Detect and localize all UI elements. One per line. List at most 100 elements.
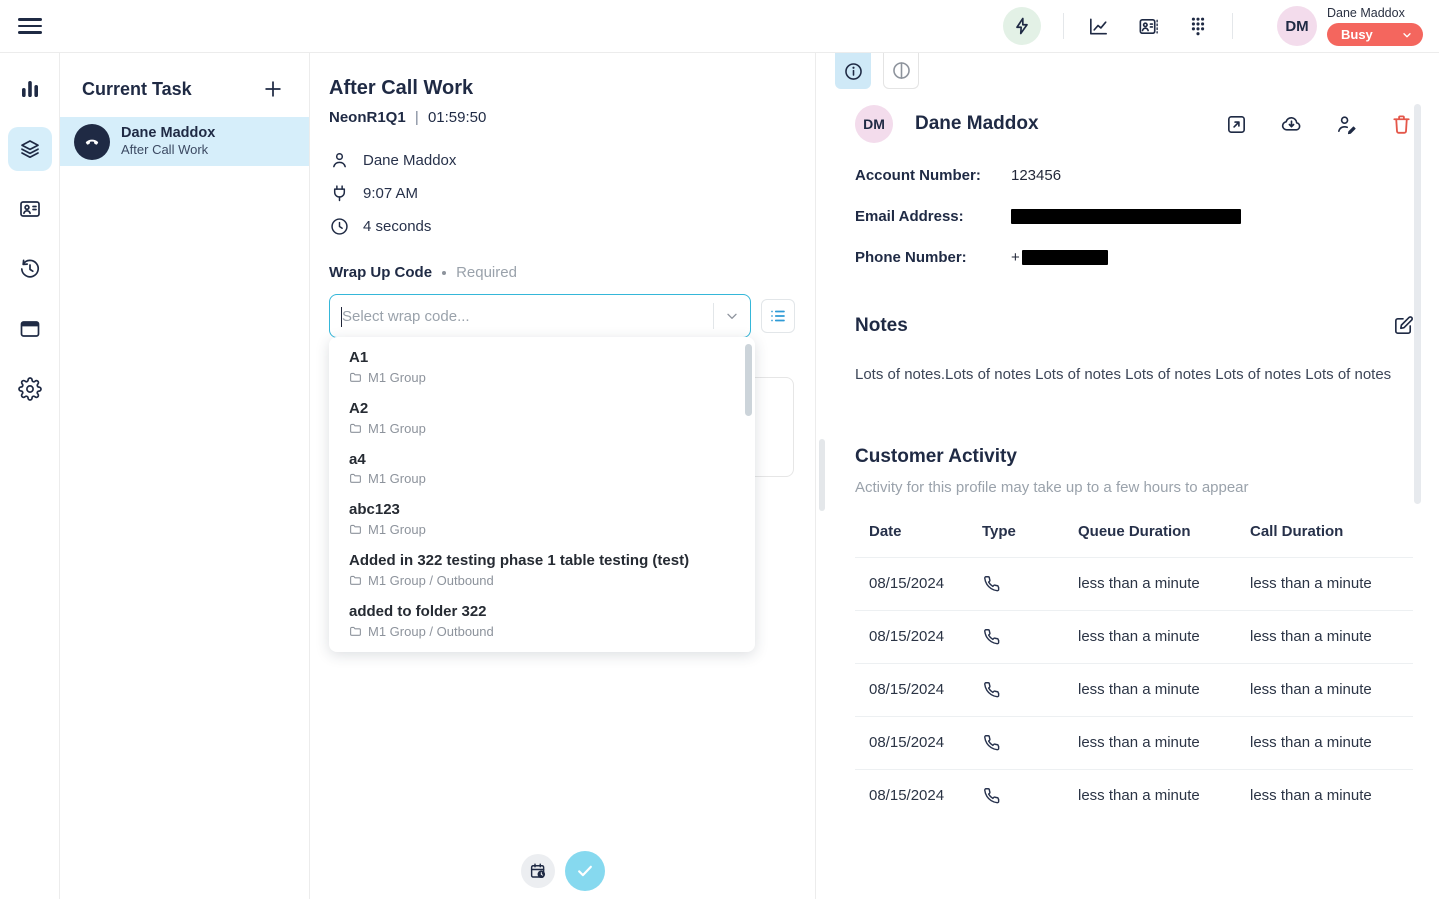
account-number-value: 123456	[1011, 167, 1061, 184]
account-number-label: Account Number:	[855, 167, 1011, 184]
activity-date: 08/15/2024	[869, 681, 982, 698]
activity-call-duration: less than a minute	[1250, 575, 1413, 592]
column-header: Call Duration	[1250, 523, 1413, 540]
wrap-code-option[interactable]: abc123 M1 Group	[329, 494, 755, 545]
nav-contacts-item[interactable]	[8, 187, 52, 231]
activity-row[interactable]: 08/15/2024 less than a minute less than …	[855, 769, 1413, 822]
activity-row[interactable]: 08/15/2024 less than a minute less than …	[855, 663, 1413, 716]
profile-name: Dane Maddox	[915, 113, 1039, 135]
tab-profile-info[interactable]	[835, 53, 871, 89]
current-task-panel: Current Task Dane Maddox Aft	[60, 53, 310, 899]
activity-queue-duration: less than a minute	[1078, 681, 1250, 698]
wrap-code-name: A1	[349, 349, 735, 368]
nav-settings-item[interactable]	[8, 367, 52, 411]
contacts-icon[interactable]	[1136, 14, 1160, 38]
task-list: Dane Maddox After Call Work	[60, 117, 309, 166]
wrap-code-name: A2	[349, 400, 735, 419]
activity-date: 08/15/2024	[869, 628, 982, 645]
wrap-code-group: M1 Group	[368, 421, 426, 436]
info-icon	[843, 61, 864, 82]
activity-call-duration: less than a minute	[1250, 734, 1413, 751]
activity-rows: 08/15/2024 less than a minute less than …	[855, 557, 1413, 822]
nav-history-item[interactable]	[8, 247, 52, 291]
gear-icon	[18, 377, 42, 401]
account-number-row: Account Number: 123456	[855, 165, 1413, 185]
cloud-download-icon[interactable]	[1280, 113, 1303, 136]
nav-dashboard-item[interactable]	[8, 67, 52, 111]
folder-icon	[349, 574, 362, 587]
lightning-icon	[1012, 16, 1032, 36]
phone-call-icon	[982, 680, 1001, 699]
status-label: Busy	[1341, 27, 1373, 42]
delete-contact-icon[interactable]	[1390, 113, 1413, 136]
contact-fields: Account Number: 123456 Email Address: Ph…	[829, 165, 1439, 267]
wrap-code-name: a4	[349, 451, 735, 470]
quick-actions-button[interactable]	[1003, 7, 1041, 45]
plug-icon	[329, 183, 350, 204]
notes-title: Notes	[855, 315, 908, 337]
activity-call-duration: less than a minute	[1250, 628, 1413, 645]
wrap-code-select[interactable]	[329, 294, 751, 338]
folder-icon	[349, 625, 362, 638]
activity-table-header: DateTypeQueue DurationCall Duration	[855, 523, 1413, 557]
history-icon	[18, 257, 42, 281]
current-task-title: Current Task	[82, 79, 192, 100]
wrap-code-option[interactable]: A1 M1 Group	[329, 342, 755, 393]
main-panel-scrollbar[interactable]	[819, 439, 825, 511]
phone-call-icon	[982, 733, 1001, 752]
activity-call-duration: less than a minute	[1250, 787, 1413, 804]
activity-row[interactable]: 08/15/2024 less than a minute less than …	[855, 716, 1413, 769]
tab-split-view[interactable]	[883, 53, 919, 89]
split-circle-icon	[891, 60, 912, 81]
wrap-code-name: abc123	[349, 501, 735, 520]
user-avatar[interactable]: DM	[1277, 6, 1317, 46]
activity-row[interactable]: 08/15/2024 less than a minute less than …	[855, 610, 1413, 663]
nav-tasks-item[interactable]	[8, 127, 52, 171]
status-dropdown-button[interactable]: Busy	[1327, 23, 1423, 46]
profile-panel: DM Dane Maddox	[829, 53, 1439, 899]
folder-icon	[349, 472, 362, 485]
column-header: Date	[869, 523, 982, 540]
wrap-code-dropdown: A1 M1 Group A2	[329, 337, 755, 652]
profile-panel-scrollbar[interactable]	[1414, 104, 1421, 504]
edit-notes-icon[interactable]	[1392, 314, 1415, 337]
schedule-button[interactable]	[521, 854, 555, 888]
phone-call-icon	[982, 627, 1001, 646]
complete-task-button[interactable]	[565, 851, 605, 891]
wrap-up-label: Wrap Up Code	[329, 264, 432, 281]
contact-card-icon	[18, 197, 42, 221]
activity-call-duration: less than a minute	[1250, 681, 1413, 698]
topbar-divider	[1232, 13, 1233, 39]
select-divider	[713, 303, 714, 329]
profile-tabs	[829, 53, 1439, 89]
wrap-code-name: added to folder 322	[349, 603, 735, 622]
open-external-icon[interactable]	[1225, 113, 1248, 136]
wrap-code-options: A1 M1 Group A2	[329, 342, 755, 647]
dropdown-scrollbar[interactable]	[745, 344, 752, 416]
text-caret	[341, 307, 342, 327]
campaign-name: NeonR1Q1	[329, 109, 406, 126]
hamburger-menu-icon[interactable]	[18, 13, 44, 39]
wrap-up-label-row: Wrap Up Code Required	[329, 264, 795, 281]
wrap-code-option[interactable]: Added in 322 testing phase 1 table testi…	[329, 545, 755, 596]
add-task-button[interactable]	[261, 77, 285, 101]
activity-row[interactable]: 08/15/2024 less than a minute less than …	[855, 557, 1413, 610]
browse-wrap-codes-button[interactable]	[761, 299, 795, 333]
wrap-code-option[interactable]: A2 M1 Group	[329, 393, 755, 444]
chevron-down-icon[interactable]	[724, 308, 740, 324]
wrap-code-group: M1 Group	[368, 522, 426, 537]
nav-browser-item[interactable]	[8, 307, 52, 351]
left-nav-rail	[0, 53, 60, 899]
list-icon	[769, 307, 787, 325]
edit-contact-icon[interactable]	[1335, 113, 1358, 136]
wrap-code-option[interactable]: added to folder 322 M1 Group / Outbound	[329, 596, 755, 647]
dialpad-icon[interactable]	[1186, 14, 1210, 38]
task-list-item[interactable]: Dane Maddox After Call Work	[60, 117, 309, 166]
wrap-code-input[interactable]	[342, 308, 713, 325]
meta-contact-name: Dane Maddox	[363, 152, 456, 169]
topbar: DM Dane Maddox Busy	[0, 0, 1439, 53]
meta-start-time: 9:07 AM	[363, 185, 418, 202]
analytics-icon[interactable]	[1086, 14, 1110, 38]
wrap-code-option[interactable]: a4 M1 Group	[329, 444, 755, 495]
phone-prefix: +	[1011, 249, 1020, 266]
